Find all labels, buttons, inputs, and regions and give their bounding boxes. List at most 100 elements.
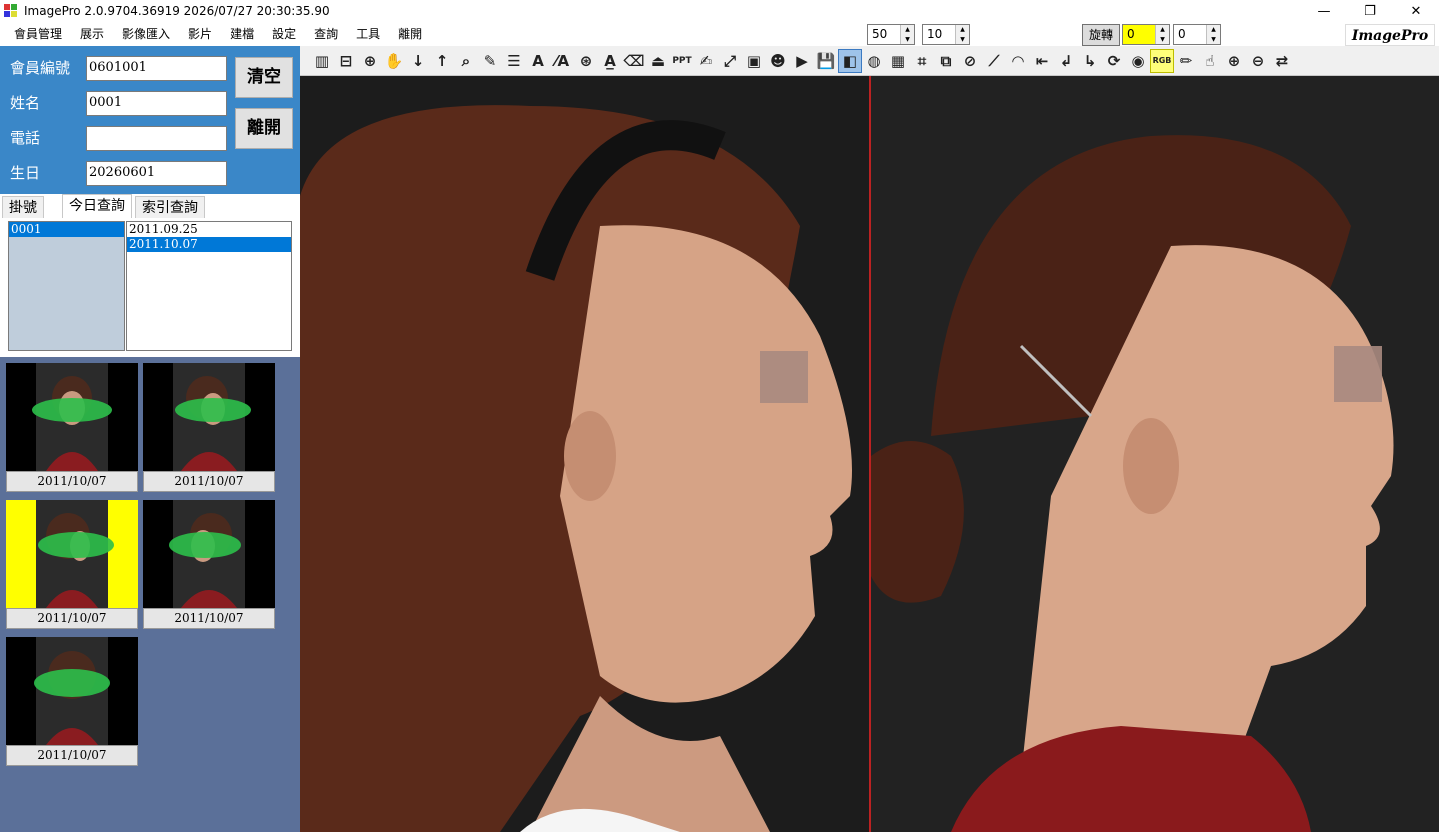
left-photo-viewer[interactable]: [300, 76, 869, 832]
spin-up-icon[interactable]: ▲: [901, 25, 914, 35]
crop-icon[interactable]: ⌗: [910, 49, 934, 73]
thumbnail-date: 2011/10/07: [143, 608, 275, 629]
rgb-icon[interactable]: RGB: [1150, 48, 1174, 73]
save-icon[interactable]: 💾: [814, 49, 838, 73]
spin-up-icon[interactable]: ▲: [1156, 25, 1169, 35]
thumbnail-image: [143, 500, 275, 608]
play-icon[interactable]: ▶: [790, 49, 814, 73]
date-list[interactable]: 2011.09.25 2011.10.07: [126, 221, 292, 351]
window-title: ImagePro 2.0.9704.36919 2026/07/27 20:30…: [24, 4, 330, 18]
thumbnail-image: [6, 363, 138, 471]
arrow-up-icon[interactable]: ↑: [430, 49, 454, 73]
tab-register[interactable]: 掛號: [2, 196, 44, 218]
rotate-button[interactable]: 旋轉: [1082, 24, 1120, 46]
spin-down-icon[interactable]: ▼: [1207, 35, 1220, 45]
thumbnail[interactable]: 2011/10/07: [143, 500, 275, 631]
name-label: 姓名: [10, 94, 41, 112]
text-zoom-icon[interactable]: ⊛: [574, 49, 598, 73]
menu-tools[interactable]: 工具: [347, 22, 389, 46]
hand-select-icon[interactable]: ☝: [1198, 49, 1222, 73]
query-tabs: 掛號 今日查詢 索引查詢 0001 2011.09.25 2011.10.07: [0, 194, 300, 357]
name-field[interactable]: 0001: [86, 91, 227, 116]
seal-icon[interactable]: ⏏: [646, 49, 670, 73]
menu-exit[interactable]: 離開: [389, 22, 431, 46]
menu-query[interactable]: 查詢: [305, 22, 347, 46]
step-spinner[interactable]: 10 ▲ ▼: [922, 24, 970, 45]
size-spinner[interactable]: 50 ▲ ▼: [867, 24, 915, 45]
close-button[interactable]: ✕: [1393, 0, 1439, 22]
edit-icon[interactable]: ✍: [694, 49, 718, 73]
menu-video[interactable]: 影片: [179, 22, 221, 46]
spin-up-icon[interactable]: ▲: [1207, 25, 1220, 35]
back-icon[interactable]: ⇤: [1030, 49, 1054, 73]
arrow-down-icon[interactable]: ↓: [406, 49, 430, 73]
rotate-icon[interactable]: ⟳: [1102, 49, 1126, 73]
menu-display[interactable]: 展示: [71, 22, 113, 46]
turn-right-icon[interactable]: ↳: [1078, 49, 1102, 73]
thumbnail[interactable]: 2011/10/07: [143, 363, 275, 494]
ruler-icon[interactable]: ⟋: [982, 49, 1006, 73]
image-toolbar: ▥ ⊟ ⊕ ✋ ↓ ↑ ⌕ ✎ ☰ A ⁄A ⊛ A̲ ⌫ ⏏ PPT ✍ ⤢ …: [300, 46, 1439, 76]
list-item[interactable]: 0001: [9, 222, 124, 237]
spin-up-icon[interactable]: ▲: [956, 25, 969, 35]
thumbnail-selected[interactable]: 2011/10/07: [6, 500, 138, 631]
resize-icon[interactable]: ⧉: [934, 49, 958, 73]
person-icon[interactable]: ☻: [766, 49, 790, 73]
birthday-field[interactable]: 20260601: [86, 161, 227, 186]
magnify-icon[interactable]: ⌕: [454, 49, 478, 73]
rotate-spinner-2[interactable]: 0 ▲ ▼: [1173, 24, 1221, 45]
spin-down-icon[interactable]: ▼: [956, 35, 969, 45]
zoom-in-icon[interactable]: ⊕: [1222, 49, 1246, 73]
thumbnail-image: [6, 637, 138, 745]
text-icon[interactable]: A: [526, 49, 550, 73]
menu-member[interactable]: 會員管理: [0, 22, 71, 46]
hand-icon[interactable]: ✋: [382, 49, 406, 73]
protractor-icon[interactable]: ◠: [1006, 49, 1030, 73]
member-list[interactable]: 0001: [8, 221, 125, 351]
list-item[interactable]: 2011.10.07: [127, 237, 291, 252]
maximize-button[interactable]: ❐: [1347, 0, 1393, 22]
swap-icon[interactable]: ⇄: [1270, 49, 1294, 73]
zoom-out-icon[interactable]: ⊖: [1246, 49, 1270, 73]
pen-icon[interactable]: ✎: [478, 49, 502, 73]
text-underline-icon[interactable]: A̲: [598, 49, 622, 73]
right-photo-viewer[interactable]: [869, 76, 1439, 832]
search-person-icon[interactable]: ⊕: [358, 49, 382, 73]
no-icon[interactable]: ⊘: [958, 49, 982, 73]
line-style-icon[interactable]: ☰: [502, 49, 526, 73]
thumbnail-image: [6, 500, 138, 608]
thumbnail[interactable]: 2011/10/07: [6, 637, 138, 768]
turn-left-icon[interactable]: ↲: [1054, 49, 1078, 73]
spin-down-icon[interactable]: ▼: [1156, 35, 1169, 45]
menu-settings[interactable]: 設定: [263, 22, 305, 46]
color-drop-icon[interactable]: ◍: [862, 49, 886, 73]
member-id-field[interactable]: 0601001: [86, 56, 227, 81]
portrait-icon[interactable]: ▣: [742, 49, 766, 73]
stamp-icon[interactable]: ⊟: [334, 49, 358, 73]
camera-icon[interactable]: ◉: [1126, 49, 1150, 73]
grid-icon[interactable]: ▦: [886, 49, 910, 73]
text-angle-icon[interactable]: ⁄A: [550, 49, 574, 73]
member-id-label: 會員編號: [10, 59, 71, 77]
fullscreen-icon[interactable]: ⤢: [718, 49, 742, 73]
tab-index[interactable]: 索引查詢: [135, 196, 205, 218]
eraser-icon[interactable]: ⌫: [622, 49, 646, 73]
phone-label: 電話: [10, 129, 41, 147]
brand-logo: ImagePro: [1345, 24, 1435, 46]
left-panel: 會員編號 0601001 姓名 0001 電話 生日 20260601 清空 離…: [0, 46, 300, 832]
menu-import[interactable]: 影像匯入: [113, 22, 179, 46]
rotate-spinner[interactable]: 0 ▲ ▼: [1122, 24, 1170, 45]
draw-icon[interactable]: ✏: [1174, 49, 1198, 73]
ppt-icon[interactable]: PPT: [670, 49, 694, 73]
spin-down-icon[interactable]: ▼: [901, 35, 914, 45]
compare-icon[interactable]: ◧: [838, 48, 862, 73]
exit-button[interactable]: 離開: [235, 108, 293, 149]
layout-icon[interactable]: ▥: [310, 49, 334, 73]
list-item[interactable]: 2011.09.25: [127, 222, 291, 237]
phone-field[interactable]: [86, 126, 227, 151]
thumbnail[interactable]: 2011/10/07: [6, 363, 138, 494]
clear-button[interactable]: 清空: [235, 57, 293, 98]
menu-create[interactable]: 建檔: [221, 22, 263, 46]
minimize-button[interactable]: —: [1301, 0, 1347, 22]
tab-today[interactable]: 今日查詢: [62, 194, 132, 218]
